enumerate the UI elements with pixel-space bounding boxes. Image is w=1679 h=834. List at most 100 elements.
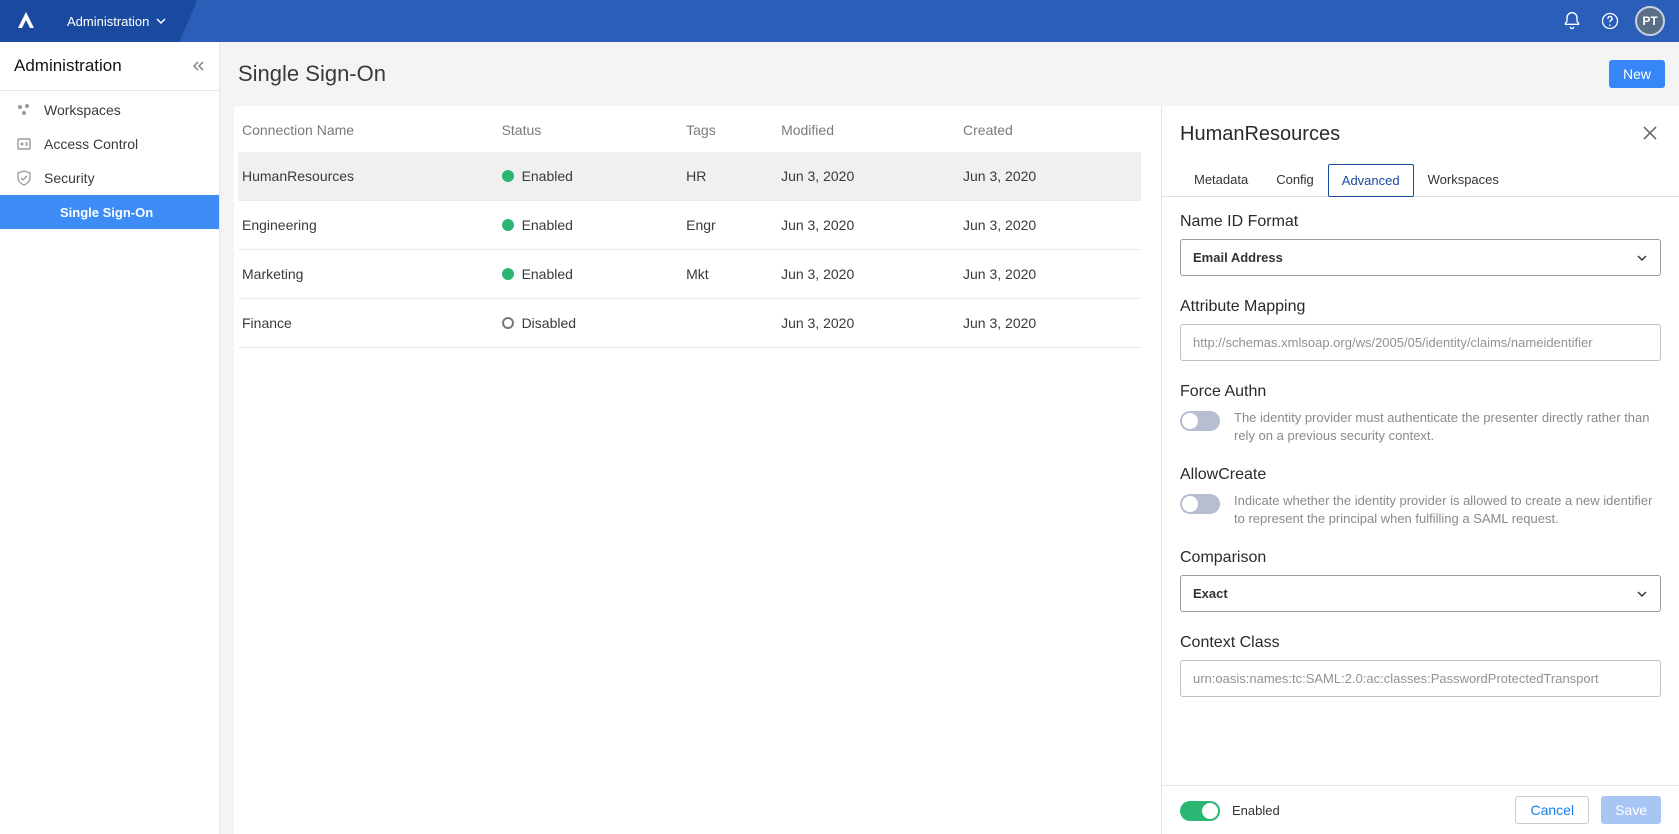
context-class-label: Context Class — [1180, 634, 1661, 652]
status-dot-icon — [502, 268, 514, 280]
enabled-label: Enabled — [1232, 803, 1280, 818]
col-connection-name: Connection Name — [238, 106, 498, 152]
force-authn-desc: The identity provider must authenticate … — [1234, 409, 1661, 444]
status-text: Enabled — [522, 266, 573, 282]
tab-metadata[interactable]: Metadata — [1180, 163, 1262, 196]
cell-name: Finance — [238, 299, 498, 348]
cell-tags: Mkt — [682, 250, 777, 299]
sidebar-header: Administration — [0, 42, 219, 90]
cell-name: HumanResources — [238, 152, 498, 201]
cell-modified: Jun 3, 2020 — [777, 250, 959, 299]
detail-panel: HumanResources MetadataConfigAdvancedWor… — [1161, 106, 1679, 834]
cell-tags: HR — [682, 152, 777, 201]
sidebar-item-access-control[interactable]: Access Control — [0, 127, 219, 161]
chevron-down-icon — [155, 15, 167, 27]
shield-icon — [16, 170, 32, 186]
status-text: Enabled — [522, 217, 573, 233]
avatar-initials: PT — [1642, 14, 1657, 28]
sidebar-item-security[interactable]: Security — [0, 161, 219, 195]
cell-name: Marketing — [238, 250, 498, 299]
status-text: Disabled — [522, 315, 576, 331]
cell-status: Disabled — [498, 299, 683, 348]
save-button[interactable]: Save — [1601, 796, 1661, 824]
detail-tabs: MetadataConfigAdvancedWorkspaces — [1162, 151, 1679, 197]
table-header-row: Connection Name Status Tags Modified Cre… — [238, 106, 1141, 152]
attribute-mapping-input[interactable] — [1180, 324, 1661, 361]
cancel-button[interactable]: Cancel — [1515, 796, 1589, 824]
page-title: Single Sign-On — [238, 61, 386, 87]
close-panel-button[interactable] — [1639, 122, 1661, 147]
sidebar-item-label: Single Sign-On — [60, 205, 153, 220]
detail-footer: Enabled Cancel Save — [1162, 785, 1679, 834]
allow-create-toggle[interactable] — [1180, 494, 1220, 514]
context-class-input[interactable] — [1180, 660, 1661, 697]
sidebar-item-label: Access Control — [44, 136, 138, 152]
sidebar-item-workspaces[interactable]: Workspaces — [0, 93, 219, 127]
cell-status: Enabled — [498, 201, 683, 250]
sidebar-item-single-sign-on[interactable]: Single Sign-On — [0, 195, 219, 229]
app-logo[interactable] — [0, 0, 51, 42]
chevron-down-icon — [1636, 252, 1648, 264]
workspaces-icon — [16, 102, 32, 118]
avatar[interactable]: PT — [1635, 6, 1665, 36]
table-row[interactable]: MarketingEnabledMktJun 3, 2020Jun 3, 202… — [238, 250, 1141, 299]
help-button[interactable] — [1591, 0, 1629, 42]
status-dot-icon — [502, 219, 514, 231]
tab-config[interactable]: Config — [1262, 163, 1328, 196]
cell-status: Enabled — [498, 152, 683, 201]
tab-workspaces[interactable]: Workspaces — [1414, 163, 1513, 196]
table-row[interactable]: HumanResourcesEnabledHRJun 3, 2020Jun 3,… — [238, 152, 1141, 201]
detail-header: HumanResources — [1162, 106, 1679, 151]
enabled-toggle[interactable] — [1180, 801, 1220, 821]
cell-name: Engineering — [238, 201, 498, 250]
bell-icon — [1562, 11, 1582, 31]
cell-created: Jun 3, 2020 — [959, 299, 1141, 348]
chevron-down-icon — [1636, 588, 1648, 600]
cell-modified: Jun 3, 2020 — [777, 152, 959, 201]
comparison-value: Exact — [1193, 586, 1228, 601]
status-text: Enabled — [522, 168, 573, 184]
sidebar-separator — [0, 90, 219, 91]
name-id-format-select[interactable]: Email Address — [1180, 239, 1661, 276]
cell-created: Jun 3, 2020 — [959, 250, 1141, 299]
col-modified: Modified — [777, 106, 959, 152]
allow-create-desc: Indicate whether the identity provider i… — [1234, 492, 1661, 527]
sidebar: Administration Workspaces Access Control… — [0, 42, 220, 834]
connections-table: Connection Name Status Tags Modified Cre… — [234, 106, 1161, 834]
sidebar-item-label: Workspaces — [44, 102, 121, 118]
force-authn-toggle[interactable] — [1180, 411, 1220, 431]
comparison-label: Comparison — [1180, 549, 1661, 567]
attribute-mapping-label: Attribute Mapping — [1180, 298, 1661, 316]
detail-body: Name ID Format Email Address Attribute M… — [1162, 197, 1679, 785]
cell-created: Jun 3, 2020 — [959, 152, 1141, 201]
topbar: Administration PT — [0, 0, 1679, 42]
cell-created: Jun 3, 2020 — [959, 201, 1141, 250]
breadcrumb[interactable]: Administration — [51, 0, 197, 42]
name-id-format-value: Email Address — [1193, 250, 1283, 265]
collapse-sidebar-icon[interactable] — [191, 59, 205, 73]
close-icon — [1641, 124, 1659, 142]
help-icon — [1600, 11, 1620, 31]
allow-create-label: AllowCreate — [1180, 466, 1661, 484]
tab-advanced[interactable]: Advanced — [1328, 164, 1414, 197]
comparison-select[interactable]: Exact — [1180, 575, 1661, 612]
cell-modified: Jun 3, 2020 — [777, 201, 959, 250]
notifications-button[interactable] — [1553, 0, 1591, 42]
page-header: Single Sign-On New — [234, 42, 1679, 106]
force-authn-label: Force Authn — [1180, 383, 1661, 401]
sidebar-item-label: Security — [44, 170, 95, 186]
col-status: Status — [498, 106, 683, 152]
name-id-format-label: Name ID Format — [1180, 213, 1661, 231]
sidebar-title: Administration — [14, 56, 122, 76]
content-area: Single Sign-On New Connection Name Statu… — [220, 42, 1679, 834]
access-control-icon — [16, 136, 32, 152]
col-tags: Tags — [682, 106, 777, 152]
table-row[interactable]: FinanceDisabledJun 3, 2020Jun 3, 2020 — [238, 299, 1141, 348]
detail-title: HumanResources — [1180, 123, 1340, 146]
col-created: Created — [959, 106, 1141, 152]
new-button[interactable]: New — [1609, 60, 1665, 88]
status-dot-icon — [502, 170, 514, 182]
status-dot-icon — [502, 317, 514, 329]
cell-tags: Engr — [682, 201, 777, 250]
table-row[interactable]: EngineeringEnabledEngrJun 3, 2020Jun 3, … — [238, 201, 1141, 250]
